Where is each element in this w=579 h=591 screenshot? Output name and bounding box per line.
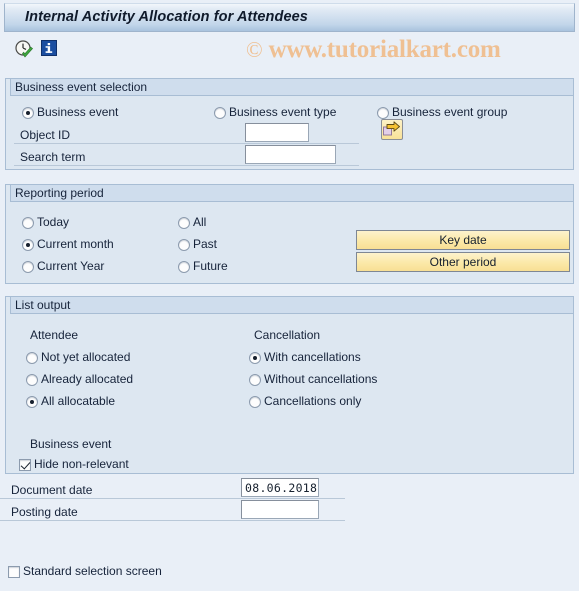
radio-label: Business event group [392, 105, 508, 119]
radio-indicator [22, 238, 34, 251]
radio-business-event-type[interactable]: Business event type [214, 106, 336, 119]
attendee-heading: Attendee [30, 328, 79, 342]
checkbox-label: Hide non-relevant [34, 457, 129, 471]
field-rule [14, 165, 359, 166]
radio-label: All [193, 215, 207, 229]
radio-current-year[interactable]: Current Year [22, 260, 104, 273]
radio-label: Current month [37, 237, 114, 251]
radio-indicator [26, 373, 38, 386]
key-date-button-label: Key date [439, 233, 487, 247]
posting-date-input[interactable] [241, 500, 319, 519]
radio-indicator [249, 395, 261, 408]
reporting-period-legend: Reporting period [6, 185, 573, 202]
watermark: © www.tutorialkart.com [246, 36, 501, 64]
radio-indicator [249, 351, 261, 364]
radio-indicator [22, 106, 34, 119]
radio-indicator [178, 238, 190, 251]
radio-label: Not yet allocated [41, 350, 131, 364]
multiple-selection-button[interactable] [381, 119, 403, 140]
radio-label: Business event [37, 105, 119, 119]
radio-business-event-group[interactable]: Business event group [377, 106, 507, 119]
radio-today[interactable]: Today [22, 216, 69, 229]
hide-non-relevant-checkbox[interactable]: Hide non-relevant [19, 458, 129, 471]
standard-selection-screen-checkbox[interactable]: Standard selection screen [8, 565, 162, 578]
radio-indicator [214, 106, 226, 119]
radio-indicator [377, 106, 389, 119]
footer-area: Document date 08.06.2018 Posting date St… [0, 474, 579, 591]
window-title-bar: Internal Activity Allocation for Attende… [4, 3, 575, 32]
radio-label: Business event type [229, 105, 337, 119]
list-output-legend: List output [6, 297, 573, 314]
radio-indicator [178, 216, 190, 229]
other-period-button[interactable]: Other period [356, 252, 570, 272]
business-event-selection-legend: Business event selection [6, 79, 573, 96]
radio-all-allocatable[interactable]: All allocatable [26, 395, 115, 408]
document-date-label: Document date [11, 483, 93, 497]
sap-selection-screen: Internal Activity Allocation for Attende… [0, 0, 579, 591]
page-title: Internal Activity Allocation for Attende… [25, 9, 308, 25]
search-term-input[interactable] [245, 145, 336, 164]
object-id-input[interactable] [245, 123, 309, 142]
radio-cancellations-only[interactable]: Cancellations only [249, 395, 361, 408]
radio-label: Today [37, 215, 70, 229]
radio-current-month[interactable]: Current month [22, 238, 114, 251]
radio-indicator [26, 395, 38, 408]
radio-indicator [178, 260, 190, 273]
business-event-selection-group: Business event selection Business event … [5, 78, 574, 170]
radio-indicator [249, 373, 261, 386]
radio-business-event[interactable]: Business event [22, 106, 118, 119]
information-icon[interactable] [41, 40, 57, 56]
document-date-input[interactable]: 08.06.2018 [241, 478, 319, 497]
radio-label: Future [193, 259, 228, 273]
radio-label: With cancellations [264, 350, 361, 364]
radio-all[interactable]: All [178, 216, 206, 229]
radio-label: Already allocated [41, 372, 134, 386]
radio-label: Cancellations only [264, 394, 362, 408]
watermark-text: www.tutorialkart.com [268, 36, 501, 63]
radio-label: Without cancellations [264, 372, 378, 386]
business-event-heading: Business event [30, 437, 112, 451]
key-date-button[interactable]: Key date [356, 230, 570, 250]
radio-label: Current Year [37, 259, 105, 273]
radio-with-cancellations[interactable]: With cancellations [249, 351, 361, 364]
clock-check-icon[interactable] [14, 39, 34, 59]
search-term-label: Search term [20, 150, 86, 164]
radio-already-allocated[interactable]: Already allocated [26, 373, 133, 386]
checkbox-indicator [19, 458, 31, 471]
radio-indicator [22, 260, 34, 273]
field-rule [0, 498, 345, 499]
radio-indicator [26, 351, 38, 364]
document-date-value: 08.06.2018 [245, 481, 318, 495]
object-id-label: Object ID [20, 128, 71, 142]
cancellation-heading: Cancellation [254, 328, 321, 342]
radio-future[interactable]: Future [178, 260, 228, 273]
field-rule [0, 520, 345, 521]
radio-not-yet-allocated[interactable]: Not yet allocated [26, 351, 130, 364]
radio-label: Past [193, 237, 218, 251]
radio-past[interactable]: Past [178, 238, 217, 251]
radio-label: All allocatable [41, 394, 116, 408]
checkbox-indicator [8, 565, 20, 578]
other-period-button-label: Other period [429, 255, 497, 269]
posting-date-label: Posting date [11, 505, 78, 519]
watermark-copyright: © [246, 37, 263, 62]
field-rule [14, 143, 359, 144]
radio-without-cancellations[interactable]: Without cancellations [249, 373, 377, 386]
list-output-group: List output Attendee Cancellation Not ye… [5, 296, 574, 474]
radio-indicator [22, 216, 34, 229]
checkbox-label: Standard selection screen [23, 564, 162, 578]
